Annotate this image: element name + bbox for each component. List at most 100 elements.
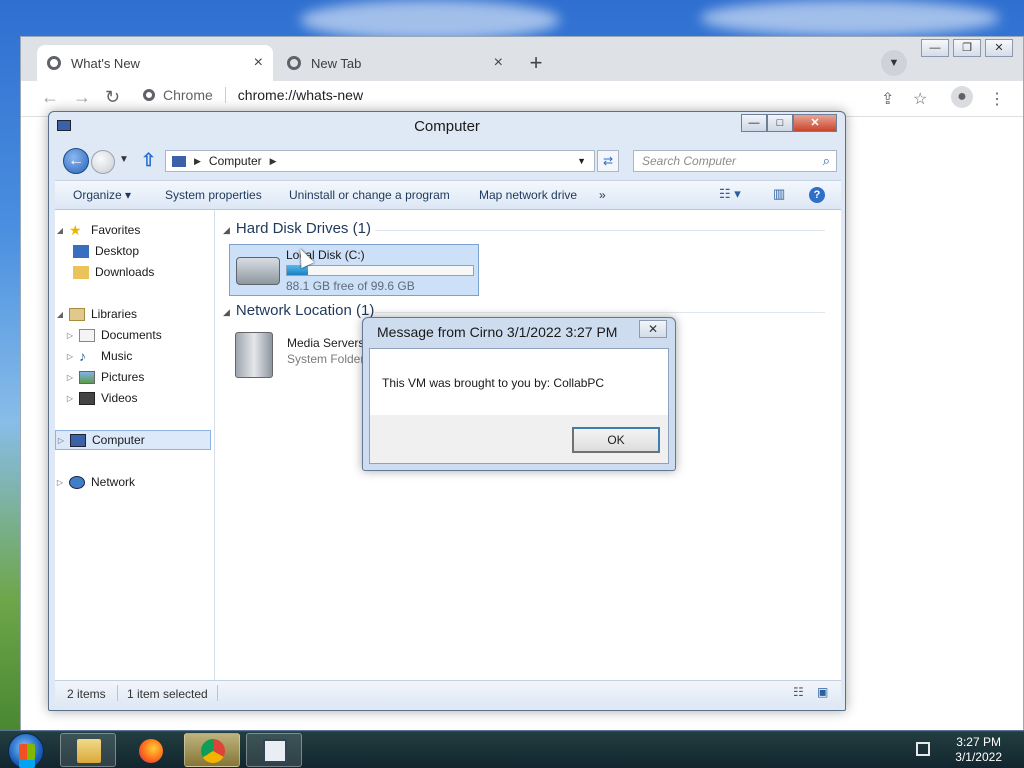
- nav-item-computer[interactable]: ▷ Computer: [55, 430, 211, 450]
- collapse-icon[interactable]: ◢: [55, 226, 65, 235]
- music-icon: ♪: [79, 347, 86, 364]
- tab-close-icon[interactable]: ×: [254, 54, 263, 72]
- nav-label: Documents: [101, 328, 162, 342]
- expand-icon[interactable]: ▷: [65, 331, 75, 340]
- profile-icon[interactable]: ●: [951, 86, 973, 108]
- omnibox-site: Chrome: [163, 87, 213, 103]
- group-header-network-location[interactable]: ◢ Network Location (1): [223, 302, 374, 319]
- up-arrow-icon[interactable]: ⇧: [141, 150, 156, 171]
- nav-item-network[interactable]: ▷ Network: [55, 472, 211, 492]
- group-header-hard-disk[interactable]: ◢ Hard Disk Drives (1): [223, 220, 371, 237]
- menu-icon[interactable]: ⋮: [989, 89, 1005, 109]
- tab-whats-new[interactable]: What's New ×: [37, 45, 273, 81]
- dialog-title: Message from Cirno 3/1/2022 3:27 PM: [377, 324, 618, 340]
- tab-search-button[interactable]: ▼: [881, 50, 907, 76]
- folder-icon: [77, 739, 101, 763]
- expand-icon[interactable]: ▷: [65, 352, 75, 361]
- dialog-message: This VM was brought to you by: CollabPC: [382, 376, 605, 390]
- breadcrumb-arrow-icon[interactable]: ▶: [194, 156, 201, 167]
- system-clock[interactable]: 3:27 PM 3/1/2022: [955, 735, 1002, 765]
- maximize-button[interactable]: □: [767, 114, 793, 132]
- map-network-drive-button[interactable]: Map network drive: [479, 188, 577, 202]
- expand-icon[interactable]: ▷: [65, 394, 75, 403]
- network-tray-icon[interactable]: [916, 742, 930, 756]
- back-icon[interactable]: ←: [41, 87, 59, 108]
- disk-usage-fill: [287, 266, 309, 275]
- nav-label: Libraries: [91, 307, 138, 321]
- more-commands-button[interactable]: »: [599, 188, 606, 202]
- nav-item-videos[interactable]: ▷ Videos: [55, 388, 211, 408]
- clock-time: 3:27 PM: [956, 735, 1001, 749]
- status-divider: [117, 685, 118, 701]
- large-icons-view-icon[interactable]: ▣: [817, 685, 828, 699]
- taskbar-explorer-button[interactable]: [60, 733, 116, 767]
- ok-button[interactable]: OK: [572, 427, 660, 453]
- taskbar-app-button[interactable]: [246, 733, 302, 767]
- nav-item-downloads[interactable]: Downloads: [55, 262, 211, 282]
- collapse-icon[interactable]: ◢: [223, 225, 230, 235]
- group-divider: [375, 312, 825, 313]
- organize-button[interactable]: Organize ▾: [73, 188, 131, 202]
- minimize-button[interactable]: —: [741, 114, 767, 132]
- selection-count: 1 item selected: [127, 687, 208, 701]
- uninstall-program-button[interactable]: Uninstall or change a program: [289, 188, 450, 202]
- local-disk-item[interactable]: Local Disk (C:) 88.1 GB free of 99.6 GB: [229, 244, 479, 296]
- recent-pages-dropdown[interactable]: ▼: [119, 154, 129, 165]
- collapse-icon[interactable]: ◢: [55, 310, 65, 319]
- restore-button[interactable]: ❐: [953, 39, 981, 57]
- search-input[interactable]: Search Computer ⌕: [633, 150, 837, 172]
- computer-icon: [70, 433, 86, 447]
- dialog-close-button[interactable]: ✕: [639, 320, 667, 338]
- nav-item-desktop[interactable]: Desktop: [55, 241, 211, 261]
- close-button[interactable]: ✕: [985, 39, 1013, 57]
- reload-icon[interactable]: ↻: [105, 87, 120, 108]
- group-divider: [375, 230, 825, 231]
- nav-label: Downloads: [95, 265, 155, 279]
- nav-item-music[interactable]: ▷ ♪ Music: [55, 346, 211, 366]
- taskbar-firefox-button[interactable]: [122, 733, 178, 767]
- desktop-icon: [73, 244, 89, 258]
- system-properties-button[interactable]: System properties: [165, 188, 262, 202]
- desktop-cloud: [700, 0, 1000, 36]
- taskbar-chrome-button[interactable]: [184, 733, 240, 767]
- address-dropdown-icon[interactable]: ▼: [577, 156, 586, 166]
- tab-close-icon[interactable]: ×: [494, 54, 503, 72]
- address-bar[interactable]: ▶ Computer ▶ ▼: [165, 150, 595, 172]
- share-icon[interactable]: ⇪: [881, 89, 894, 109]
- bookmark-star-icon[interactable]: ☆: [913, 89, 927, 109]
- nav-item-documents[interactable]: ▷ Documents: [55, 325, 211, 345]
- collapse-icon[interactable]: ◢: [223, 307, 230, 317]
- explorer-window-controls: — □ ✕: [741, 114, 837, 132]
- nav-item-pictures[interactable]: ▷ Pictures: [55, 367, 211, 387]
- back-button[interactable]: ←: [63, 148, 89, 174]
- nav-item-libraries[interactable]: ◢ Libraries: [55, 304, 211, 324]
- start-button[interactable]: [8, 733, 44, 768]
- explorer-nav-bar: ← ▼ ⇧ ▶ Computer ▶ ▼ ⇄ Search Computer ⌕: [61, 146, 837, 176]
- minimize-button[interactable]: —: [921, 39, 949, 57]
- expand-icon[interactable]: ▷: [55, 478, 65, 487]
- close-button[interactable]: ✕: [793, 114, 837, 132]
- new-tab-button[interactable]: +: [523, 51, 549, 77]
- omnibox[interactable]: Chrome chrome://whats-new: [143, 87, 363, 103]
- group-label: Hard Disk Drives (1): [235, 220, 371, 237]
- tab-new-tab[interactable]: New Tab ×: [277, 45, 513, 81]
- details-view-icon[interactable]: ☷: [793, 685, 804, 699]
- view-options-icon[interactable]: ☷ ▾: [719, 186, 741, 202]
- nav-label: Music: [101, 349, 133, 363]
- nav-item-favorites[interactable]: ◢ ★ Favorites: [55, 220, 211, 240]
- nav-label: Favorites: [91, 223, 141, 237]
- breadcrumb[interactable]: Computer: [209, 154, 262, 168]
- help-icon[interactable]: ?: [809, 187, 825, 203]
- media-name: Media Servers: [287, 336, 365, 350]
- status-bar: 2 items 1 item selected ☷ ▣: [55, 680, 841, 706]
- preview-pane-icon[interactable]: ▥: [773, 186, 785, 202]
- search-icon[interactable]: ⌕: [823, 153, 830, 169]
- refresh-button[interactable]: ⇄: [597, 150, 619, 172]
- tab-title: What's New: [71, 55, 140, 71]
- forward-button[interactable]: [91, 150, 115, 174]
- breadcrumb-arrow-icon[interactable]: ▶: [270, 156, 277, 167]
- expand-icon[interactable]: ▷: [65, 373, 75, 382]
- search-placeholder: Search Computer: [642, 154, 737, 168]
- expand-icon[interactable]: ▷: [56, 436, 66, 445]
- forward-icon[interactable]: →: [73, 87, 91, 108]
